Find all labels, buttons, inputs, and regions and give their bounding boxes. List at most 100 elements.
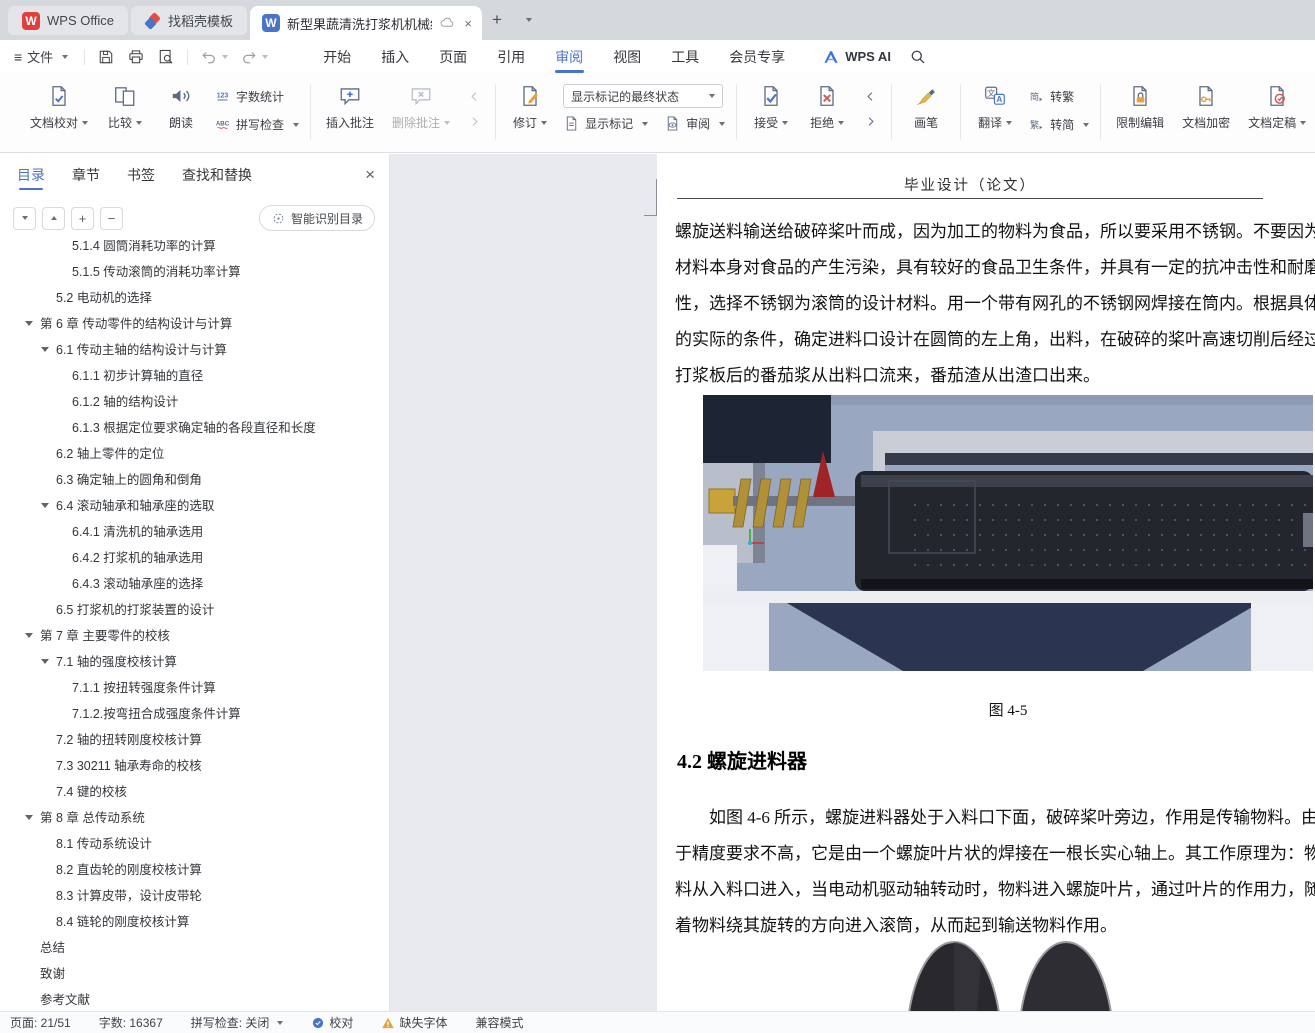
toc-item[interactable]: 6.4 滚动轴承和轴承座的选取 — [0, 493, 389, 519]
print-icon[interactable] — [127, 48, 145, 66]
collapse-level-button[interactable]: − — [100, 206, 123, 230]
tab-current-document[interactable]: W 新型果蔬清洗打浆机机械结构… × — [249, 6, 482, 40]
reject-button[interactable]: 拒绝 — [804, 82, 850, 133]
new-tab-button[interactable]: + — [484, 7, 510, 33]
toc-item[interactable]: 第 8 章 总传动系统 — [0, 805, 389, 831]
toc-item[interactable]: 7.4 键的校核 — [0, 779, 389, 805]
tab-wps-office[interactable]: W WPS Office — [8, 6, 128, 35]
sidebar-tab-查找和替换[interactable]: 查找和替换 — [182, 154, 252, 196]
menu-tab-视图[interactable]: 视图 — [598, 40, 656, 73]
toc-item[interactable]: 5.1.5 传动滚筒的消耗功率计算 — [0, 259, 389, 285]
finalize-button[interactable]: 文档定稿 — [1244, 82, 1310, 133]
toc-item[interactable]: 第 7 章 主要零件的校核 — [0, 623, 389, 649]
expand-all-button[interactable] — [42, 206, 65, 230]
toc-item[interactable]: 6.1.2 轴的结构设计 — [0, 389, 389, 415]
figure-4-6-image[interactable] — [848, 936, 1178, 1011]
track-changes-button[interactable]: 修订 — [507, 82, 553, 133]
toc-item[interactable]: 6.3 确定轴上的圆角和倒角 — [0, 467, 389, 493]
menu-tab-插入[interactable]: 插入 — [366, 40, 424, 73]
document-page[interactable]: 毕业设计（论文） 螺旋送料输送给破碎桨叶而成，因为加工的物料为食品，所以要采用不… — [657, 154, 1315, 1011]
toc-item[interactable]: 第 6 章 传动零件的结构设计与计算 — [0, 311, 389, 337]
toc-item[interactable]: 8.1 传动系统设计 — [0, 831, 389, 857]
toc-item[interactable]: 参考文献 — [0, 987, 389, 1011]
insert-comment-button[interactable]: 插入批注 — [322, 82, 378, 133]
toc-item[interactable]: 8.2 直齿轮的刚度校核计算 — [0, 857, 389, 883]
toc-item[interactable]: 7.2 轴的扭转刚度校核计算 — [0, 727, 389, 753]
compat-mode-indicator[interactable]: 兼容模式 — [475, 1014, 523, 1031]
document-canvas[interactable]: 毕业设计（论文） 螺旋送料输送给破碎桨叶而成，因为加工的物料为食品，所以要采用不… — [390, 154, 1315, 1011]
toc-item[interactable]: 7.1.1 按扭转强度条件计算 — [0, 675, 389, 701]
prev-change-button[interactable] — [860, 86, 880, 106]
search-icon[interactable] — [909, 48, 927, 66]
compare-button[interactable]: 比较 — [102, 82, 148, 133]
cloud-sync-icon[interactable] — [439, 15, 455, 31]
word-count-button[interactable]: 123 字数统计 — [214, 84, 299, 109]
toc-item[interactable]: 6.1 传动主轴的结构设计与计算 — [0, 337, 389, 363]
toc-item[interactable]: 5.1.4 圆筒消耗功率的计算 — [0, 240, 389, 259]
missing-fonts-status[interactable]: 缺失字体 — [381, 1014, 447, 1031]
toc-item[interactable]: 6.4.1 清洗机的轴承选用 — [0, 519, 389, 545]
pen-button[interactable]: 画笔 — [903, 82, 949, 133]
accept-button[interactable]: 接受 — [748, 82, 794, 133]
expand-arrow-icon[interactable] — [41, 347, 49, 352]
collapse-all-button[interactable] — [13, 206, 36, 230]
expand-arrow-icon[interactable] — [25, 321, 33, 326]
delete-comment-button[interactable]: 删除批注 — [388, 82, 454, 133]
sidebar-tab-书签[interactable]: 书签 — [127, 154, 155, 196]
proofread-status[interactable]: 校对 — [311, 1014, 353, 1031]
print-preview-icon[interactable] — [157, 48, 175, 66]
toc-item[interactable]: 6.1.1 初步计算轴的直径 — [0, 363, 389, 389]
toc-item[interactable]: 6.2 轴上零件的定位 — [0, 441, 389, 467]
toc-item[interactable]: 致谢 — [0, 961, 389, 987]
menu-tab-审阅[interactable]: 审阅 — [540, 40, 598, 73]
expand-level-button[interactable]: + — [71, 206, 94, 230]
menu-tab-页面[interactable]: 页面 — [424, 40, 482, 73]
expand-arrow-icon[interactable] — [41, 503, 49, 508]
simplified-to-traditional-button[interactable]: 简 转繁 — [1028, 84, 1089, 109]
encrypt-button[interactable]: 文档加密 — [1178, 82, 1234, 133]
save-icon[interactable] — [97, 48, 115, 66]
toc-item[interactable]: 7.1 轴的强度校核计算 — [0, 649, 389, 675]
expand-arrow-icon[interactable] — [25, 633, 33, 638]
menu-tab-引用[interactable]: 引用 — [482, 40, 540, 73]
toc-item[interactable]: 7.1.2.按弯扭合成强度条件计算 — [0, 701, 389, 727]
expand-arrow-icon[interactable] — [25, 815, 33, 820]
traditional-to-simplified-button[interactable]: 繁 转简 — [1028, 112, 1090, 137]
restrict-editing-button[interactable]: 限制编辑 — [1112, 82, 1168, 133]
sidebar-tab-章节[interactable]: 章节 — [72, 154, 100, 196]
doc-proofread-button[interactable]: 文档校对 — [26, 82, 92, 133]
next-change-button[interactable] — [860, 111, 880, 131]
toc-item[interactable]: 6.4.2 打浆机的轴承选用 — [0, 545, 389, 571]
toc-item[interactable]: 6.5 打浆机的打浆装置的设计 — [0, 597, 389, 623]
markup-state-select[interactable]: 显示标记的最终状态 — [563, 84, 724, 108]
close-tab-icon[interactable]: × — [464, 16, 472, 31]
spellcheck-status[interactable]: 拼写检查: 关闭 — [191, 1014, 284, 1031]
menu-tab-工具[interactable]: 工具 — [656, 40, 714, 73]
word-count-indicator[interactable]: 字数: 16367 — [99, 1014, 163, 1031]
toc-item[interactable]: 8.4 链轮的刚度校核计算 — [0, 909, 389, 935]
toc-item[interactable]: 8.3 计算皮带，设计皮带轮 — [0, 883, 389, 909]
review-button[interactable]: 审阅 — [664, 111, 726, 136]
sidebar-tab-目录[interactable]: 目录 — [17, 154, 45, 196]
toc-item[interactable]: 6.4.3 滚动轴承座的选择 — [0, 571, 389, 597]
toc-item[interactable]: 5.2 电动机的选择 — [0, 285, 389, 311]
close-pane-icon[interactable]: × — [365, 165, 375, 185]
tab-list-dropdown[interactable] — [514, 7, 540, 33]
smart-toc-button[interactable]: 智能识别目录 — [258, 205, 375, 231]
read-aloud-button[interactable]: 朗读 — [158, 82, 204, 133]
wps-ai-button[interactable]: WPS AI — [822, 48, 891, 66]
translate-button[interactable]: 文A 翻译 — [972, 82, 1018, 133]
page-indicator[interactable]: 页面: 21/51 — [10, 1014, 71, 1031]
menu-tab-开始[interactable]: 开始 — [308, 40, 366, 73]
menu-tab-会员专享[interactable]: 会员专享 — [714, 40, 800, 73]
undo-icon[interactable] — [200, 48, 218, 66]
toc-item[interactable]: 总结 — [0, 935, 389, 961]
spell-check-button[interactable]: ABC 拼写检查 — [214, 112, 300, 137]
tab-docer-templates[interactable]: 找稻壳模板 — [130, 6, 247, 35]
prev-comment-button[interactable] — [464, 86, 484, 106]
expand-arrow-icon[interactable] — [41, 659, 49, 664]
redo-icon[interactable] — [240, 48, 258, 66]
figure-4-5-image[interactable] — [703, 395, 1313, 671]
show-markup-button[interactable]: 显示标记 — [563, 111, 649, 136]
next-comment-button[interactable] — [464, 111, 484, 131]
